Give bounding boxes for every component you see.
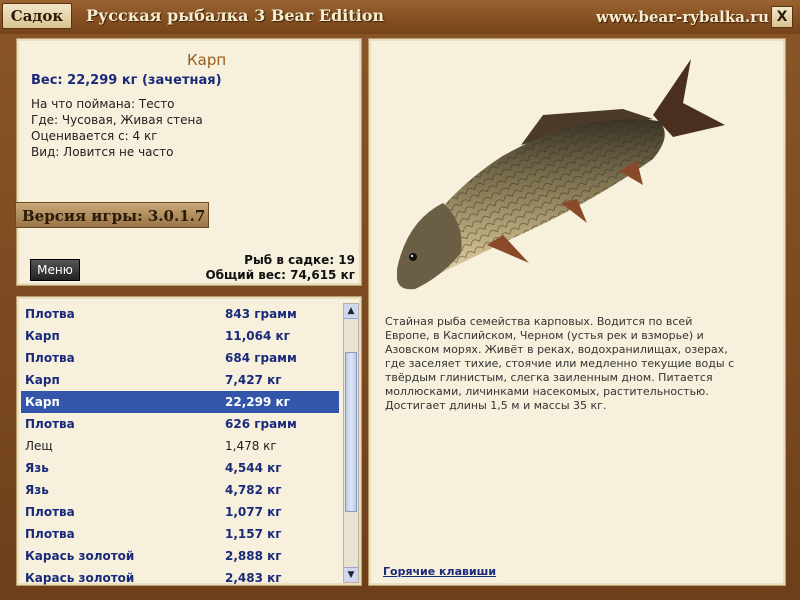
rated-info: Оценивается с: 4 кг (31, 129, 158, 143)
scroll-up-icon[interactable]: ▲ (344, 304, 358, 319)
list-item-name: Язь (25, 461, 49, 475)
list-item[interactable]: Плотва 684 грамм (21, 347, 339, 369)
list-item-name: Плотва (25, 351, 75, 365)
list-item[interactable]: Лещ 1,478 кг (21, 435, 339, 457)
description-line: моллюсками, личинками насекомых, растите… (385, 385, 709, 398)
menu-button[interactable]: Меню (30, 259, 80, 281)
fish-info-panel: Карп Вес: 22,299 кг (зачетная) На что по… (15, 38, 362, 286)
list-item-weight: 2,888 кг (225, 549, 282, 563)
version-badge: Версия игры: 3.0.1.7 (15, 202, 209, 228)
list-item-name: Язь (25, 483, 49, 497)
list-item-name: Плотва (25, 505, 75, 519)
location-info: Где: Чусовая, Живая стена (31, 113, 203, 127)
fish-count: Рыб в садке: 19 (244, 253, 355, 267)
fish-weight: Вес: 22,299 кг (зачетная) (31, 73, 222, 88)
list-item[interactable]: Язь 4,544 кг (21, 457, 339, 479)
list-item-name: Карась золотой (25, 549, 135, 563)
catch-list-panel: Плотва 843 грамм Карп 11,064 кг Плотва 684 гр… (16, 296, 362, 586)
site-url[interactable]: www.bear-rybalka.ru (596, 8, 769, 26)
list-item[interactable]: Карп 11,064 кг (21, 325, 339, 347)
description-line: Стайная рыба семейства карповых. Водится… (385, 315, 693, 328)
list-item-weight: 22,299 кг (225, 395, 290, 409)
app-window: Садок Русская рыбалка 3 Bear Edition www… (0, 0, 800, 600)
close-button[interactable]: X (771, 6, 793, 28)
list-item[interactable]: Карась золотой 2,483 кг (21, 567, 339, 589)
list-item-weight: 1,157 кг (225, 527, 282, 541)
list-item-weight: 4,782 кг (225, 483, 282, 497)
bait-info: На что поймана: Тесто (31, 97, 175, 111)
list-item-name: Плотва (25, 417, 75, 431)
list-item[interactable]: Язь 4,782 кг (21, 479, 339, 501)
list-item[interactable]: Плотва 1,157 кг (21, 523, 339, 545)
scroll-down-icon[interactable]: ▼ (344, 567, 358, 582)
list-item-weight: 7,427 кг (225, 373, 282, 387)
description-line: Достигает длины 1,5 м и массы 35 кг. (385, 399, 607, 412)
description-line: твёрдым глинистым, слегка заиленным дном… (385, 371, 713, 384)
list-item-name: Карп (25, 373, 60, 387)
kind-info: Вид: Ловится не часто (31, 145, 174, 159)
description-line: Европе, в Каспийском, Черном (устья рек … (385, 329, 704, 342)
catch-list: Плотва 843 грамм Карп 11,064 кг Плотва 684 гр… (21, 303, 339, 589)
fish-description: Стайная рыба семейства карповых. Водится… (385, 315, 765, 413)
app-title: Русская рыбалка 3 Bear Edition (86, 6, 385, 25)
description-line: Азовском морях. Живёт в реках, водохрани… (385, 343, 728, 356)
list-item-weight: 2,483 кг (225, 571, 282, 585)
list-item-name: Карп (25, 395, 60, 409)
fish-detail-panel: Стайная рыба семейства карповых. Водится… (368, 38, 786, 586)
list-item-name: Карась золотой (25, 571, 135, 585)
fish-name: Карп (187, 51, 227, 69)
list-item-weight: 1,478 кг (225, 439, 277, 453)
list-item-name: Лещ (25, 439, 53, 453)
tab-sadok[interactable]: Садок (2, 3, 72, 29)
hotkeys-link[interactable]: Горячие клавиши (383, 565, 496, 578)
list-item[interactable]: Карп 22,299 кг (21, 391, 339, 413)
scrollbar[interactable]: ▲ ▼ (343, 303, 359, 583)
list-item[interactable]: Плотва 843 грамм (21, 303, 339, 325)
list-item[interactable]: Плотва 626 грамм (21, 413, 339, 435)
total-weight: Общий вес: 74,615 кг (205, 268, 355, 282)
list-item-weight: 11,064 кг (225, 329, 290, 343)
list-item-weight: 4,544 кг (225, 461, 282, 475)
list-item-name: Карп (25, 329, 60, 343)
scroll-thumb[interactable] (345, 352, 357, 512)
list-item-name: Плотва (25, 307, 75, 321)
list-item-weight: 1,077 кг (225, 505, 282, 519)
carp-image (397, 59, 725, 290)
list-item[interactable]: Плотва 1,077 кг (21, 501, 339, 523)
title-bar: Садок Русская рыбалка 3 Bear Edition www… (0, 0, 800, 34)
list-item-weight: 684 грамм (225, 351, 297, 365)
description-line: где заселяет тихие, стоячие или медленно… (385, 357, 735, 370)
list-item-weight: 843 грамм (225, 307, 297, 321)
list-item-name: Плотва (25, 527, 75, 541)
list-item[interactable]: Карп 7,427 кг (21, 369, 339, 391)
list-item[interactable]: Карась золотой 2,888 кг (21, 545, 339, 567)
list-item-weight: 626 грамм (225, 417, 297, 431)
